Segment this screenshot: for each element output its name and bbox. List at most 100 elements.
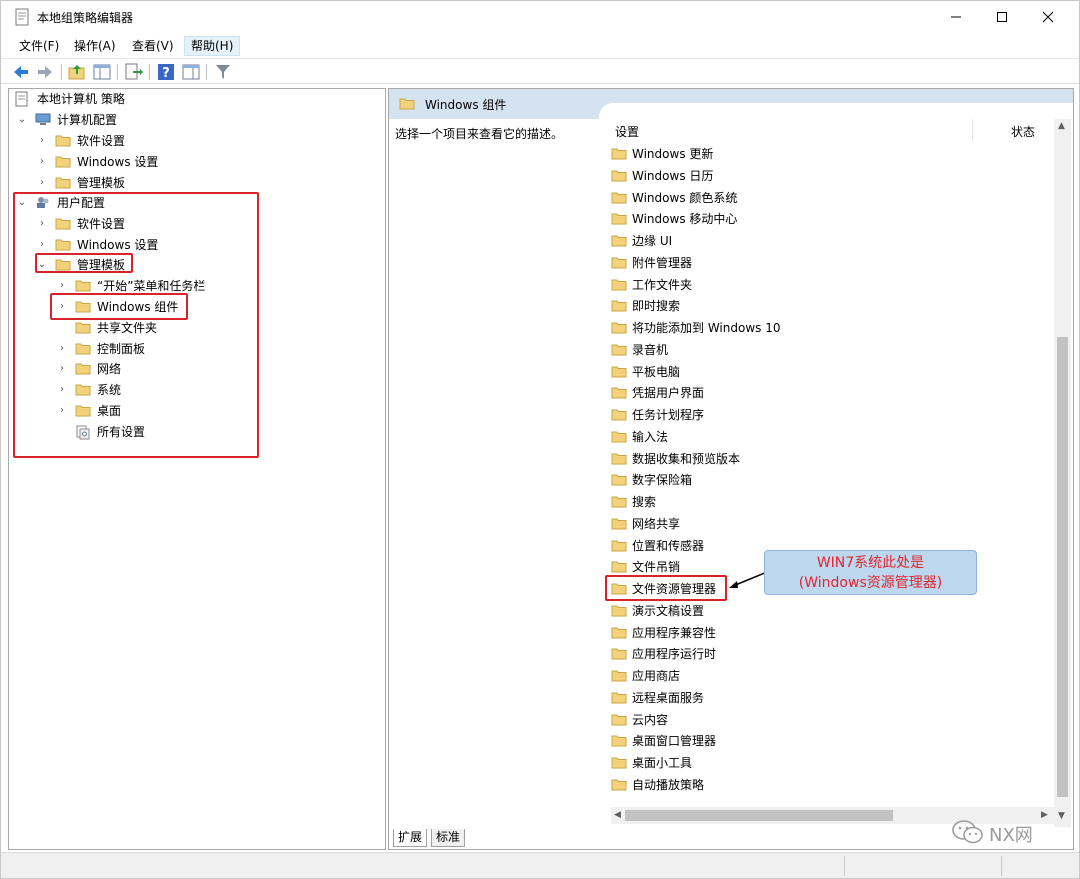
annotation-line-1: WIN7系统此处是 — [816, 555, 925, 571]
folder-icon — [611, 213, 627, 225]
settings-list-item-label: 应用商店 — [632, 669, 681, 683]
settings-list-item-label: 任务计划程序 — [632, 408, 705, 422]
filter-icon[interactable] — [213, 62, 233, 82]
maximize-icon — [997, 12, 1007, 22]
highlight-file-explorer — [605, 575, 727, 601]
folder-icon — [611, 757, 627, 769]
folder-icon — [611, 431, 627, 443]
close-button[interactable] — [1025, 1, 1071, 33]
folder-icon — [611, 409, 627, 421]
settings-list-item-label: Windows 移动中心 — [632, 212, 738, 227]
toolbar: ? — [1, 58, 1079, 84]
watermark: NX网 — [951, 816, 1061, 850]
column-header-state[interactable]: 状态 — [1011, 121, 1035, 143]
tree-item-label: Windows 设置 — [77, 155, 159, 169]
settings-list-item-label: 将功能添加到 Windows 10 — [632, 321, 781, 335]
details-header: Windows 组件 — [389, 89, 1073, 121]
folder-icon — [611, 453, 627, 464]
menu-file[interactable]: 文件(F) — [13, 36, 65, 56]
scroll-left-icon[interactable]: ◀ — [614, 810, 621, 820]
chevron-right-icon[interactable]: › — [37, 131, 47, 151]
folder-icon — [611, 474, 627, 486]
settings-list-item-label: 录音机 — [632, 342, 669, 357]
tab-extended[interactable]: 扩展 — [393, 829, 428, 847]
folder-icon — [611, 387, 627, 399]
up-folder-icon[interactable] — [67, 62, 87, 82]
folder-icon — [611, 496, 627, 508]
scroll-up-icon[interactable]: ▲ — [1058, 121, 1065, 131]
show-hide-tree-icon[interactable] — [92, 62, 112, 82]
horizontal-scroll-thumb[interactable] — [625, 810, 893, 821]
tree-item-label: 管理模板 — [77, 176, 126, 190]
settings-list-item-label: 远程桌面服务 — [632, 690, 705, 705]
highlight-windows-components — [50, 293, 188, 320]
folder-icon — [611, 300, 627, 312]
chevron-right-icon[interactable]: › — [37, 173, 47, 193]
settings-list-item-label: 凭据用户界面 — [632, 386, 705, 401]
settings-list-item-label: 网络共享 — [632, 516, 681, 531]
tab-standard[interactable]: 标准 — [431, 829, 466, 847]
folder-icon — [611, 714, 627, 725]
chevron-down-icon[interactable]: ⌄ — [17, 110, 27, 130]
settings-list-item-label: 附件管理器 — [632, 255, 693, 270]
menu-view[interactable]: 查看(V) — [126, 36, 180, 56]
settings-list-item-label: 演示文稿设置 — [632, 603, 705, 618]
settings-list-item-label: 桌面小工具 — [632, 756, 693, 770]
folder-icon — [611, 735, 627, 747]
settings-list-item-label: 输入法 — [632, 429, 669, 444]
folder-icon — [611, 344, 627, 356]
folder-icon — [611, 279, 627, 290]
vertical-scroll-thumb[interactable] — [1057, 337, 1068, 797]
settings-list-item-label: 应用程序运行时 — [632, 647, 717, 662]
column-header-setting[interactable]: 设置 — [615, 121, 639, 143]
help-icon[interactable]: ? — [156, 62, 176, 82]
description-text: 选择一个项目来查看它的描述。 — [395, 127, 564, 141]
menu-help[interactable]: 帮助(H) — [184, 36, 241, 56]
policy-document-icon — [15, 91, 28, 107]
details-header-title: Windows 组件 — [425, 98, 507, 112]
annotation-line-2: (Windows资源管理器) — [798, 575, 943, 591]
settings-list-item-label: 即时搜索 — [632, 299, 681, 314]
chevron-right-icon[interactable]: › — [37, 152, 47, 172]
watermark-text: NX网 — [989, 825, 1033, 846]
settings-list-item-label: 云内容 — [632, 712, 669, 727]
group-policy-editor-window: 本地组策略编辑器 文件(F) 操作(A) 查看(V) 帮助(H) ? 本地计算机… — [0, 0, 1080, 879]
tree-root-label: 本地计算机 策略 — [37, 92, 125, 106]
highlight-user-config — [13, 192, 259, 458]
settings-list-item-label: 自动播放策略 — [632, 777, 705, 792]
folder-icon — [611, 322, 627, 334]
vertical-scrollbar[interactable]: ▲ ▼ — [1054, 119, 1071, 827]
folder-icon — [611, 235, 627, 247]
folder-icon — [399, 98, 415, 110]
folder-icon — [611, 670, 627, 682]
show-hide-action-pane-icon[interactable] — [181, 62, 201, 82]
folder-icon — [55, 156, 71, 168]
settings-list-item-label: 边缘 UI — [632, 234, 673, 248]
folder-icon — [611, 192, 627, 203]
back-arrow-icon[interactable] — [11, 62, 31, 82]
settings-list-item-label: Windows 更新 — [632, 147, 714, 161]
maximize-button[interactable] — [979, 1, 1025, 33]
folder-icon — [55, 135, 71, 147]
folder-icon — [611, 692, 627, 704]
forward-arrow-icon[interactable] — [35, 62, 55, 82]
settings-list-item-label: 搜索 — [632, 495, 657, 509]
folder-icon — [611, 540, 627, 551]
export-list-icon[interactable] — [123, 62, 143, 82]
folder-icon — [611, 170, 627, 182]
menu-action[interactable]: 操作(A) — [68, 36, 122, 56]
settings-list-item-label: 位置和传感器 — [632, 538, 705, 553]
menu-bar: 文件(F) 操作(A) 查看(V) 帮助(H) — [1, 33, 1079, 57]
settings-list-item-label: 数据收集和预览版本 — [632, 451, 741, 466]
settings-list-item-label: 应用程序兼容性 — [632, 625, 717, 640]
status-bar — [1, 852, 1079, 878]
window-title: 本地组策略编辑器 — [37, 11, 134, 25]
close-icon — [1042, 11, 1054, 23]
folder-icon — [611, 627, 627, 638]
settings-list-item-label: 工作文件夹 — [632, 277, 693, 292]
minimize-button[interactable] — [933, 1, 979, 33]
folder-icon — [611, 648, 627, 660]
folder-icon — [611, 518, 627, 530]
folder-icon — [611, 561, 627, 573]
details-pane: Windows 组件 选择一个项目来查看它的描述。 设置 状态 Windows … — [388, 88, 1074, 850]
